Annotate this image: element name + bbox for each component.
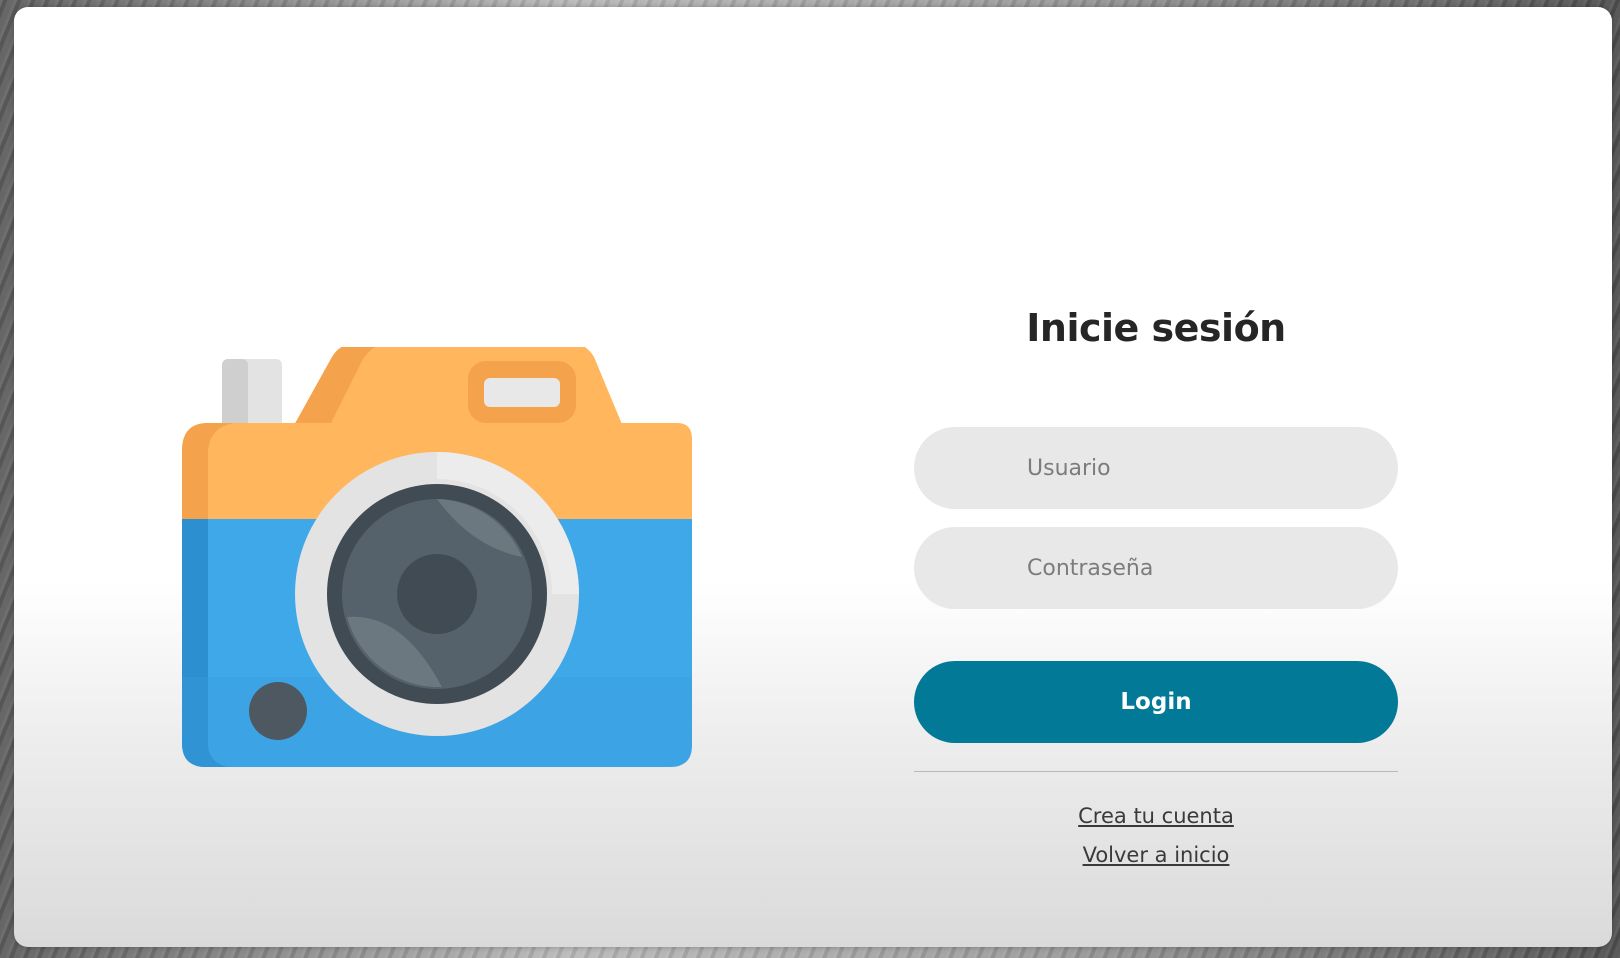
login-form: Inicie sesión Login Crea tu cuenta Volve…	[914, 287, 1398, 884]
create-account-link[interactable]: Crea tu cuenta	[914, 806, 1398, 845]
camera-icon	[182, 347, 692, 767]
login-card: Inicie sesión Login Crea tu cuenta Volve…	[14, 7, 1612, 947]
back-home-link[interactable]: Volver a inicio	[914, 845, 1398, 884]
password-input[interactable]	[914, 527, 1398, 609]
divider	[914, 771, 1398, 772]
login-button[interactable]: Login	[914, 661, 1398, 743]
username-input[interactable]	[914, 427, 1398, 509]
page-title: Inicie sesión	[1026, 306, 1286, 350]
auth-links: Crea tu cuenta Volver a inicio	[914, 806, 1398, 884]
